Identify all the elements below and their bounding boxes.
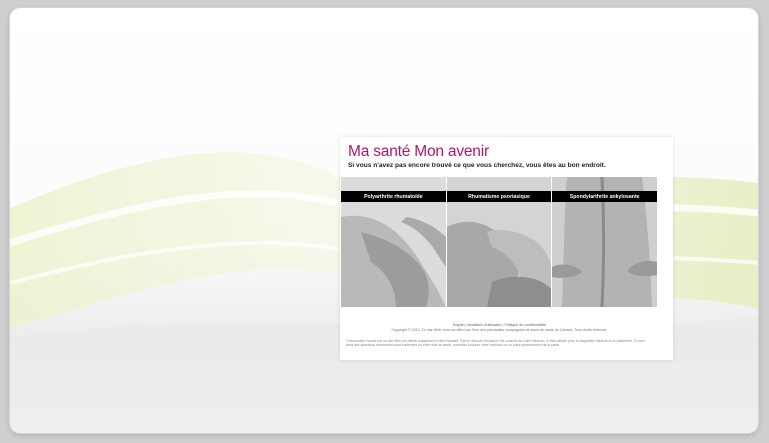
disclaimer-text: L'information fournie par ce site Web es… (346, 339, 645, 348)
link-terms[interactable]: Modalités d'utilisation (467, 323, 501, 327)
content-panel: Ma santé Mon avenir Si vous n'avez pas e… (340, 137, 673, 360)
card-rhumatisme[interactable]: Rhumatisme psoriasique (446, 177, 552, 307)
card-label: Rhumatisme psoriasique (446, 191, 552, 202)
link-privacy[interactable]: Politique de confidentialité (504, 323, 546, 327)
page-title: Ma santé Mon avenir (348, 143, 489, 160)
condition-cards: Polyarthrite rhumatoïde Rhumatisme psori… (341, 177, 658, 307)
card-label: Spondylarthrite ankylosante (552, 191, 658, 202)
card-label: Polyarthrite rhumatoïde (341, 191, 446, 202)
page-tagline: Si vous n'avez pas encore trouvé ce que … (348, 162, 606, 169)
copyright-text: Copyright © 2010. Ce site Web vous est o… (391, 328, 608, 332)
footer-links: English | Modalités d'utilisation | Poli… (340, 323, 659, 327)
card-polyarthrite[interactable]: Polyarthrite rhumatoïde (341, 177, 446, 307)
link-english[interactable]: English (453, 323, 465, 327)
card-spondylarthrite[interactable]: Spondylarthrite ankylosante (552, 177, 658, 307)
